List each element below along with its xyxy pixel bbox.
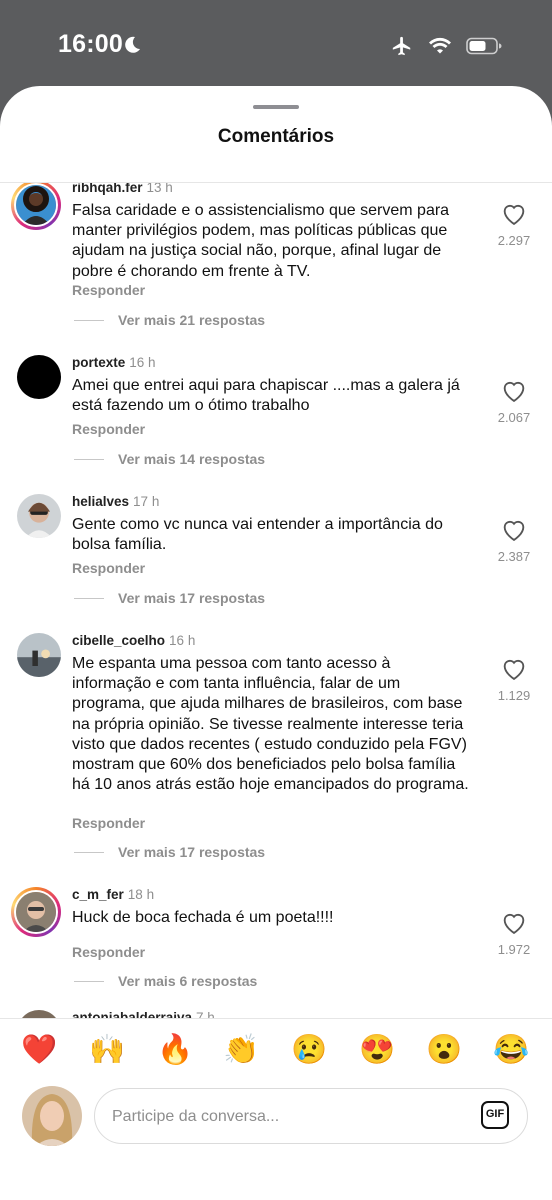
comments-list[interactable]: ribhqah.fer 13 h Falsa caridade e o assis…	[0, 183, 552, 1018]
comment-username[interactable]: portexte	[72, 355, 125, 370]
emoji-heart-eyes[interactable]: 😍	[357, 1033, 397, 1067]
comment-username[interactable]: ribhqah.fer	[72, 183, 143, 195]
comment-time: 16 h	[169, 633, 196, 648]
like-count: 2.297	[497, 233, 531, 248]
comment-time: 7 h	[196, 1010, 215, 1018]
view-more-replies-label: Ver mais 17 respostas	[118, 590, 266, 606]
avatar[interactable]	[17, 355, 61, 399]
heart-icon[interactable]	[499, 200, 529, 228]
comment-text: Gente como vc nunca vai entender a impor…	[72, 516, 443, 554]
comment-meta: c_m_fer 18 h	[72, 887, 154, 902]
current-user-avatar	[22, 1086, 82, 1146]
comment-text: Me espanta uma pessoa com tanto acesso à…	[72, 655, 469, 794]
moon-icon	[125, 36, 140, 53]
reply-button[interactable]: Responder	[72, 421, 145, 437]
comment-username[interactable]: c_m_fer	[72, 887, 124, 902]
status-bar: 16:00	[0, 0, 552, 90]
comments-sheet: Comentários ribhqah.fer 13 h Falsa carida…	[0, 86, 552, 1200]
status-time: 16:00	[58, 30, 123, 58]
like-count: 2.387	[497, 549, 531, 564]
avatar[interactable]	[17, 633, 61, 677]
comment-username[interactable]: antoniabalderraiva	[72, 1010, 192, 1018]
emoji-crying[interactable]: 😢	[289, 1033, 329, 1067]
emoji-heart[interactable]: ❤️	[19, 1033, 59, 1067]
heart-icon[interactable]	[499, 909, 529, 937]
comment-meta: cibelle_coelho 16 h	[72, 633, 195, 648]
view-more-replies[interactable]: Ver mais 21 respostas	[74, 312, 265, 328]
avatar[interactable]	[17, 494, 61, 538]
view-more-replies[interactable]: Ver mais 17 respostas	[74, 844, 265, 860]
gif-button[interactable]: GIF	[481, 1101, 509, 1129]
comment-time: 13 h	[146, 183, 173, 195]
comment-text: Falsa caridade e o assistencialismo que …	[72, 202, 450, 280]
comment-time: 18 h	[127, 887, 155, 902]
reply-button[interactable]: Responder	[72, 815, 145, 831]
comment-meta: ribhqah.fer 13 h	[72, 183, 173, 195]
view-more-replies-label: Ver mais 6 respostas	[118, 973, 258, 989]
comment-username[interactable]: helialves	[72, 494, 129, 509]
view-more-replies[interactable]: Ver mais 17 respostas	[74, 590, 265, 606]
sheet-title: Comentários	[217, 126, 335, 147]
comment-time: 16 h	[129, 355, 156, 370]
comment-input[interactable]: Participe da conversa... GIF	[94, 1088, 528, 1144]
avatar[interactable]	[11, 183, 61, 230]
emoji-fire[interactable]: 🔥	[155, 1033, 195, 1067]
heart-icon[interactable]	[499, 655, 529, 683]
comment-username[interactable]: cibelle_coelho	[72, 633, 165, 648]
reply-button[interactable]: Responder	[72, 944, 145, 960]
view-more-replies-label: Ver mais 21 respostas	[118, 312, 266, 328]
battery-icon	[466, 37, 502, 55]
emoji-laughing[interactable]: 😂	[491, 1033, 531, 1067]
comment-meta: antoniabalderraiva 7 h	[72, 1010, 215, 1018]
reply-button[interactable]: Responder	[72, 560, 145, 576]
avatar[interactable]	[17, 1010, 61, 1018]
like-count: 1.972	[497, 942, 531, 957]
comment-text: Huck de boca fechada é um poeta!!!!	[72, 909, 334, 926]
view-more-replies-label: Ver mais 17 respostas	[118, 844, 266, 860]
comment-composer: Participe da conversa... GIF	[0, 1086, 552, 1156]
view-more-replies-label: Ver mais 14 respostas	[118, 451, 266, 467]
reply-button[interactable]: Responder	[72, 282, 145, 298]
avatar[interactable]	[11, 887, 61, 937]
like-count: 2.067	[497, 410, 531, 425]
heart-icon[interactable]	[499, 516, 529, 544]
emoji-clapping[interactable]: 👏	[221, 1033, 261, 1067]
like-count: 1.129	[497, 688, 531, 703]
view-more-replies[interactable]: Ver mais 6 respostas	[74, 973, 257, 989]
comment-meta: helialves 17 h	[72, 494, 159, 509]
sheet-grabber[interactable]	[253, 105, 299, 109]
heart-icon[interactable]	[499, 377, 529, 405]
view-more-replies[interactable]: Ver mais 14 respostas	[74, 451, 265, 467]
emoji-raised-hands[interactable]: 🙌	[87, 1033, 127, 1067]
comment-input-placeholder: Participe da conversa...	[112, 1108, 280, 1125]
comment-time: 17 h	[133, 494, 160, 509]
comment-meta: portexte 16 h	[72, 355, 156, 370]
comment-text: Amei que entrei aqui para chapiscar ....…	[72, 377, 460, 415]
emoji-surprised[interactable]: 😮	[424, 1033, 464, 1067]
wifi-icon	[429, 37, 451, 54]
emoji-reaction-bar: ❤️ 🙌 🔥 👏 😢 😍 😮 😂	[0, 1018, 552, 1087]
airplane-icon	[392, 36, 411, 56]
